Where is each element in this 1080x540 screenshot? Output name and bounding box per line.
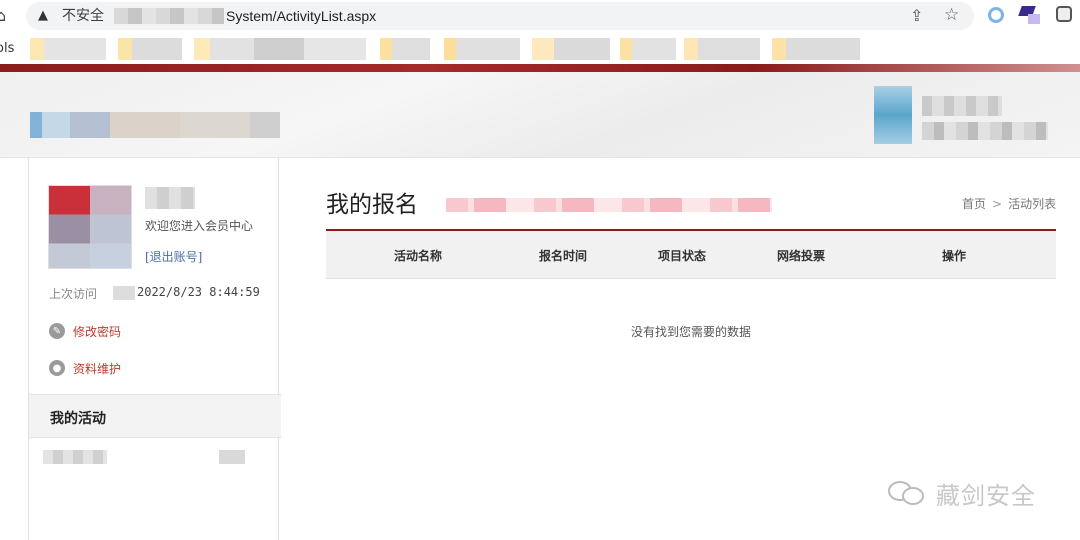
bookmark-star-icon[interactable]: ☆ [944,5,959,25]
username-redacted [145,187,195,209]
column-online-vote: 网络投票 [777,249,826,263]
insecure-label[interactable]: 不安全 [62,6,104,26]
change-password-label: 修改密码 [73,324,122,339]
breadcrumb: 首页 > 活动列表 [962,195,1056,212]
sidebar-item-count-redacted [219,450,245,464]
profile-maintenance-link[interactable]: ● 资料维护 [49,359,121,377]
url-host-redacted [114,8,224,24]
extension-ring-icon[interactable] [988,7,1004,23]
breadcrumb-home[interactable]: 首页 [962,197,986,211]
change-password-link[interactable]: ✎ 修改密码 [49,322,121,340]
wechat-icon [888,479,928,507]
url-path[interactable]: System/ActivityList.aspx [226,6,376,26]
site-header [0,72,1080,158]
breadcrumb-current: 活动列表 [1008,197,1057,211]
column-signup-time: 报名时间 [539,249,588,263]
header-contact-redacted [862,84,1052,146]
bookmark-redacted[interactable] [30,38,106,60]
bookmark-redacted[interactable] [118,38,182,60]
extension-ghost-icon[interactable] [1056,6,1072,22]
user-icon: ● [49,360,65,376]
activity-table-header: 活动名称 报名时间 项目状态 网络投票 操作 [326,231,1056,279]
title-note-redacted [446,198,772,212]
last-visit-redacted [113,286,135,300]
chevron-right-icon: > [992,197,1003,211]
bookmark-redacted[interactable] [684,38,760,60]
profile-maintenance-label: 资料维护 [73,361,122,376]
avatar [48,185,132,269]
browser-toolbar: ⌂ ▲ 不安全 System/ActivityList.aspx ⇪ ☆ [0,0,1080,34]
extension-cap-icon[interactable] [1018,6,1040,24]
empty-table-message: 没有找到您需要的数据 [630,325,751,339]
column-actions: 操作 [942,249,967,263]
watermark-text: 藏剑安全 [936,481,1036,510]
bookmark-redacted[interactable] [620,38,676,60]
member-sidebar: 欢迎您进入会员中心 [退出账号] 上次访问 2022/8/23 8:44:59 … [28,158,281,540]
column-activity-name: 活动名称 [394,249,443,263]
last-visit-label: 上次访问 [49,287,98,301]
my-activities-header[interactable]: 我的活动 [29,394,281,438]
bookmarks-bar: ols [0,34,1080,64]
column-project-status: 项目状态 [658,249,707,263]
pencil-icon: ✎ [49,323,65,339]
header-accent-band [0,64,1080,72]
my-activities-title: 我的活动 [50,411,106,427]
share-icon[interactable]: ⇪ [910,6,923,26]
site-logo-redacted[interactable] [30,112,280,138]
welcome-text: 欢迎您进入会员中心 [145,219,254,233]
bookmarks-label[interactable]: ols [0,41,14,56]
logout-link[interactable]: [退出账号] [145,248,202,265]
bookmark-redacted[interactable] [380,38,430,60]
home-icon[interactable]: ⌂ [0,6,12,26]
bookmark-redacted[interactable] [532,38,610,60]
address-bar[interactable]: ▲ 不安全 System/ActivityList.aspx ⇪ ☆ [26,2,974,30]
watermark: 藏剑安全 [888,478,1036,510]
warning-icon[interactable]: ▲ [38,6,48,26]
bookmark-redacted[interactable] [194,38,366,60]
page-title: 我的报名 [326,192,418,218]
sidebar-item-redacted[interactable] [43,450,107,464]
last-visit-time: 2022/8/23 8:44:59 [137,285,260,299]
bookmark-redacted[interactable] [444,38,520,60]
bookmark-redacted[interactable] [772,38,860,60]
